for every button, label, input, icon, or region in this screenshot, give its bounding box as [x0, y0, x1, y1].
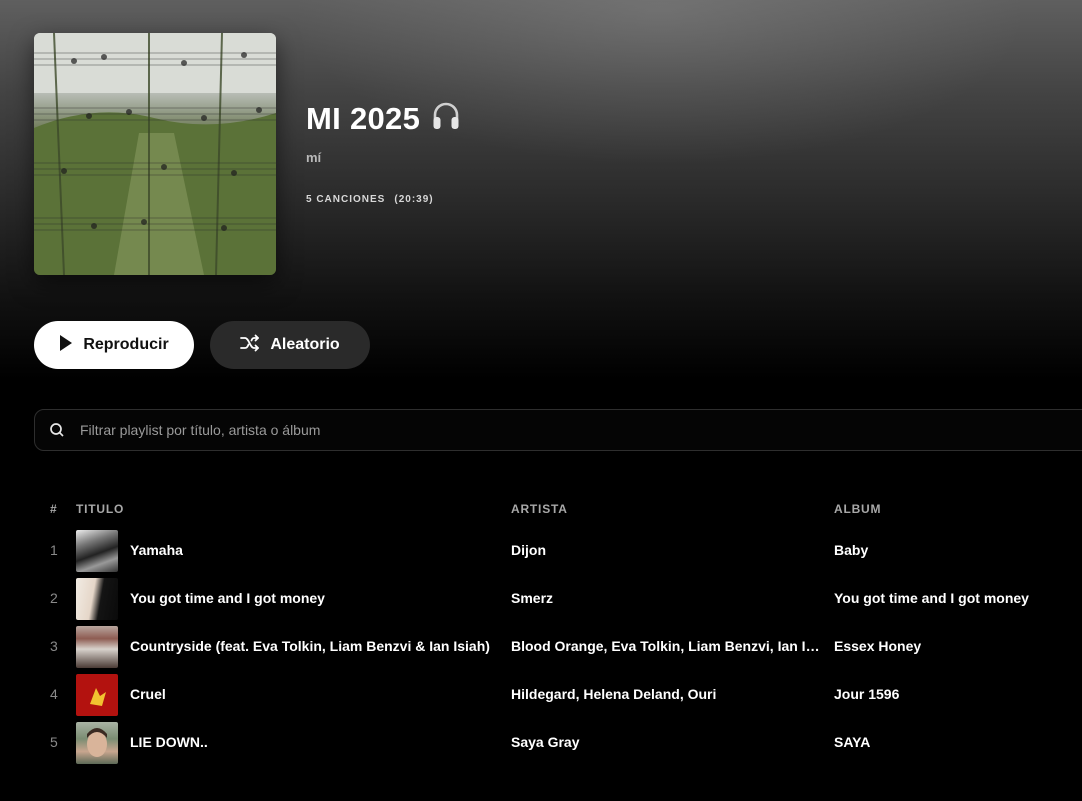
track-number: 2	[50, 590, 58, 606]
track-artwork	[76, 674, 118, 716]
shuffle-button-label: Aleatorio	[270, 336, 340, 353]
shuffle-icon	[240, 334, 260, 357]
play-button-label: Reproducir	[83, 336, 169, 353]
table-row[interactable]: 2 You got time and I got money Smerz You…	[34, 575, 1082, 623]
track-album[interactable]: SAYA	[834, 734, 870, 750]
headphones-icon	[430, 100, 462, 137]
track-artwork	[76, 722, 118, 764]
table-row[interactable]: 3 Countryside (feat. Eva Tolkin, Liam Be…	[34, 623, 1082, 671]
table-row[interactable]: 4 Cruel Hildegard, Helena Deland, Ouri J…	[34, 671, 1082, 719]
play-button[interactable]: Reproducir	[34, 321, 194, 369]
filter-input[interactable]	[80, 422, 1082, 438]
track-artist[interactable]: Dijon	[511, 542, 821, 558]
playlist-owner[interactable]: mí	[306, 150, 321, 165]
track-number: 5	[50, 734, 58, 750]
track-artist[interactable]: Hildegard, Helena Deland, Ouri	[511, 686, 821, 702]
playlist-cover-image	[34, 33, 276, 275]
playlist-meta: 5 CANCIONES (20:39)	[306, 194, 434, 205]
search-icon	[49, 422, 65, 438]
track-album[interactable]: Jour 1596	[834, 686, 899, 702]
track-number: 4	[50, 686, 58, 702]
track-number: 1	[50, 542, 58, 558]
track-artist[interactable]: Blood Orange, Eva Tolkin, Liam Benzvi, I…	[511, 638, 821, 654]
total-duration: (20:39)	[394, 194, 434, 205]
table-row[interactable]: 5 LIE DOWN.. Saya Gray SAYA	[34, 719, 1082, 767]
track-album[interactable]: You got time and I got money	[834, 590, 1029, 606]
track-title[interactable]: You got time and I got money	[130, 590, 325, 606]
song-count: 5 CANCIONES	[306, 194, 386, 205]
track-number: 3	[50, 638, 58, 654]
table-row[interactable]: 1 Yamaha Dijon Baby	[34, 527, 1082, 575]
track-title[interactable]: Countryside (feat. Eva Tolkin, Liam Benz…	[130, 638, 490, 654]
track-artwork	[76, 626, 118, 668]
filter-box	[34, 409, 1082, 451]
track-artist[interactable]: Smerz	[511, 590, 821, 606]
track-artist[interactable]: Saya Gray	[511, 734, 821, 750]
shuffle-button[interactable]: Aleatorio	[210, 321, 370, 369]
track-artwork	[76, 530, 118, 572]
track-album[interactable]: Essex Honey	[834, 638, 921, 654]
playlist-title: MI 2025	[306, 100, 421, 136]
playlist-title-wrap: MI 2025	[306, 100, 462, 137]
column-header-album[interactable]: ALBUM	[834, 502, 881, 516]
track-artwork	[76, 578, 118, 620]
playlist-page: MI 2025 mí 5 CANCIONES (20:39) Reproduci…	[0, 0, 1082, 801]
column-header-title[interactable]: TITULO	[76, 502, 124, 516]
track-title[interactable]: Cruel	[130, 686, 166, 702]
column-header-artist[interactable]: ARTISTA	[511, 502, 568, 516]
play-icon	[59, 334, 73, 357]
track-album[interactable]: Baby	[834, 542, 868, 558]
column-header-number: #	[50, 502, 58, 516]
track-title[interactable]: Yamaha	[130, 542, 183, 558]
track-title[interactable]: LIE DOWN..	[130, 734, 208, 750]
